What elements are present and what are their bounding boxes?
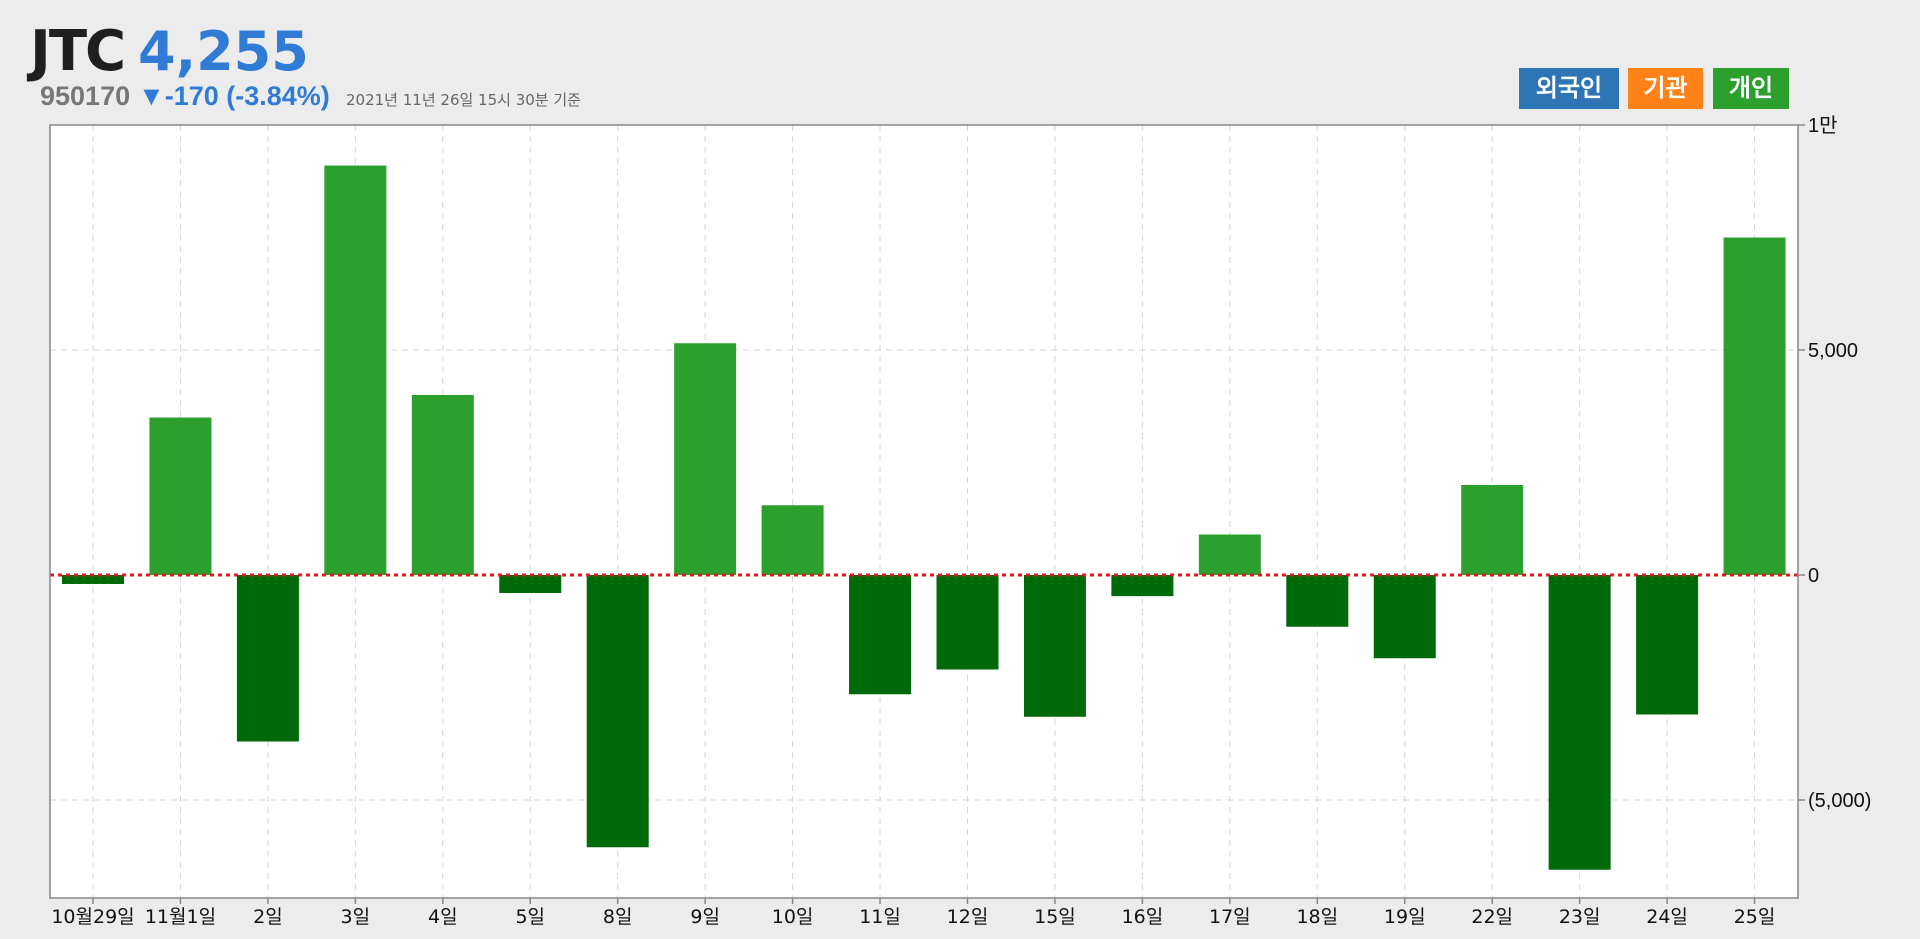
bar xyxy=(236,575,299,742)
x-tick-label: 11일 xyxy=(859,906,901,928)
x-tick-label: 18일 xyxy=(1296,906,1338,928)
x-tick-label: 23일 xyxy=(1559,906,1601,928)
x-tick-label: 22일 xyxy=(1471,906,1513,928)
bar xyxy=(761,505,824,575)
bar xyxy=(149,417,212,575)
x-tick-label: 9일 xyxy=(690,906,720,928)
bar xyxy=(411,395,474,575)
y-tick-label: 0 xyxy=(1808,565,1819,587)
bar xyxy=(936,575,999,670)
x-tick-label: 3일 xyxy=(341,906,371,928)
bar xyxy=(1723,237,1786,575)
bar xyxy=(674,343,737,575)
x-tick-label: 25일 xyxy=(1734,906,1776,928)
plot-area xyxy=(50,125,1798,898)
x-tick-label: 16일 xyxy=(1122,906,1164,928)
bar xyxy=(499,575,562,593)
chart-root: { "header": { "ticker": "JTC", "price": … xyxy=(0,0,1920,939)
x-tick-label: 11월1일 xyxy=(145,906,216,928)
x-tick-label: 10월29일 xyxy=(51,906,134,928)
bar xyxy=(1286,575,1349,627)
bar xyxy=(1636,575,1699,715)
x-tick-label: 8일 xyxy=(603,906,633,928)
bar xyxy=(1548,575,1611,870)
bar xyxy=(324,165,387,575)
x-tick-label: 2일 xyxy=(253,906,283,928)
x-tick-label: 5일 xyxy=(515,906,545,928)
bar xyxy=(1198,534,1261,575)
x-tick-label: 10일 xyxy=(772,906,814,928)
y-tick-label: 5,000 xyxy=(1808,340,1858,362)
x-tick-label: 4일 xyxy=(428,906,458,928)
bar xyxy=(586,575,649,848)
bar xyxy=(1373,575,1436,659)
x-tick-label: 17일 xyxy=(1209,906,1251,928)
x-tick-label: 15일 xyxy=(1034,906,1076,928)
bar xyxy=(1111,575,1174,597)
x-tick-label: 12일 xyxy=(947,906,989,928)
y-tick-label: 1만 xyxy=(1808,114,1838,137)
bar-chart: 1만 5,000 0 (5,000) 10월29일 11월1일 2일 3일 4일 5일 8일 9일 10… xyxy=(49,114,1871,928)
bar xyxy=(1461,485,1524,575)
x-tick-label: 19일 xyxy=(1384,906,1426,928)
y-tick-label: (5,000) xyxy=(1808,790,1871,812)
bar xyxy=(1023,575,1086,717)
x-tick-label: 24일 xyxy=(1646,906,1688,928)
bar xyxy=(849,575,912,695)
